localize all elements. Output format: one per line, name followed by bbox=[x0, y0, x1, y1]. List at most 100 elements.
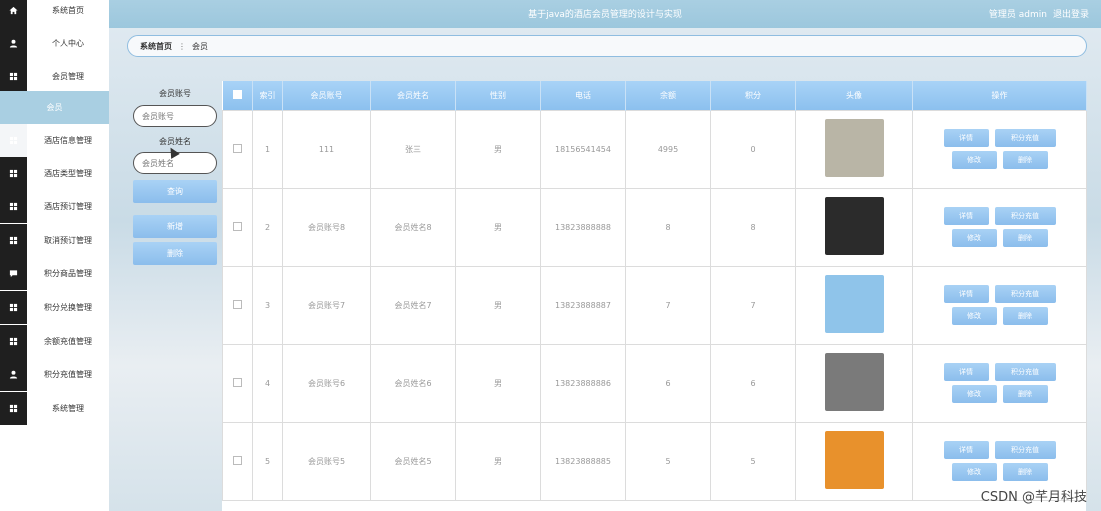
cell-points: 7 bbox=[710, 265, 796, 345]
detail-button[interactable]: 详情 bbox=[943, 363, 989, 381]
cell-gender: 男 bbox=[455, 343, 541, 423]
cell-name: 会员姓名8 bbox=[370, 187, 456, 267]
account-input[interactable] bbox=[133, 105, 217, 127]
row-checkbox[interactable] bbox=[233, 143, 242, 153]
row-select-cell[interactable] bbox=[222, 265, 253, 345]
cell-account: 111 bbox=[282, 109, 371, 189]
edit-button[interactable]: 修改 bbox=[951, 385, 997, 403]
row-select-cell[interactable] bbox=[222, 343, 253, 423]
grid-icon bbox=[0, 124, 27, 157]
cell-index: 5 bbox=[252, 421, 283, 501]
avatar bbox=[824, 119, 884, 177]
sidebar-item[interactable]: 积分充值管理 bbox=[0, 358, 109, 391]
edit-button[interactable]: 修改 bbox=[951, 229, 997, 247]
detail-button[interactable]: 详情 bbox=[943, 129, 989, 147]
row-checkbox[interactable] bbox=[233, 299, 242, 309]
watermark: CSDN @芊月科技 bbox=[980, 490, 1087, 505]
cell-index: 4 bbox=[252, 343, 283, 423]
points-recharge-button[interactable]: 积分充值 bbox=[994, 441, 1056, 459]
sidebar-item[interactable]: 个人中心 bbox=[0, 27, 109, 60]
sidebar-subitem[interactable]: 会员 bbox=[0, 91, 109, 124]
edit-button[interactable]: 修改 bbox=[951, 463, 997, 481]
row-select-cell[interactable] bbox=[222, 421, 253, 501]
edit-button[interactable]: 修改 bbox=[951, 307, 997, 325]
sidebar-item[interactable]: 系统管理 bbox=[0, 392, 109, 425]
row-checkbox[interactable] bbox=[233, 221, 242, 231]
points-recharge-button[interactable]: 积分充值 bbox=[994, 363, 1056, 381]
sidebar-item[interactable]: 系统首页 bbox=[0, 0, 109, 27]
app-title: 基于java的酒店会员管理的设计与实现 bbox=[528, 10, 682, 20]
current-user: 管理员 admin bbox=[988, 10, 1047, 20]
top-bar: 基于java的酒店会员管理的设计与实现 管理员 admin 退出登录 bbox=[109, 0, 1101, 28]
user-area: 管理员 admin 退出登录 bbox=[983, 7, 1089, 20]
avatar bbox=[824, 431, 884, 489]
row-checkbox[interactable] bbox=[233, 377, 242, 387]
sidebar-item-label: 余额充值管理 bbox=[44, 337, 92, 346]
sidebar-item-label: 积分商品管理 bbox=[44, 269, 92, 278]
grid-icon bbox=[0, 190, 27, 223]
cell-account: 会员账号8 bbox=[282, 187, 371, 267]
user-icon bbox=[0, 27, 27, 60]
cell-avatar bbox=[795, 109, 913, 189]
detail-button[interactable]: 详情 bbox=[943, 207, 989, 225]
breadcrumb-separator: ⋮ bbox=[178, 41, 186, 51]
logout-link[interactable]: 退出登录 bbox=[1053, 10, 1089, 20]
col-header: 积分 bbox=[710, 81, 796, 110]
breadcrumb-current: 会员 bbox=[192, 41, 208, 51]
row-select-cell[interactable] bbox=[222, 187, 253, 267]
delete-button[interactable]: 删除 bbox=[1002, 307, 1048, 325]
cell-balance: 7 bbox=[625, 265, 711, 345]
sidebar-item[interactable]: 酒店类型管理 bbox=[0, 157, 109, 190]
sidebar-item[interactable]: 积分商品管理 bbox=[0, 257, 109, 290]
sidebar-item[interactable]: 取消预订管理 bbox=[0, 224, 109, 257]
detail-button[interactable]: 详情 bbox=[943, 441, 989, 459]
row-select-cell[interactable] bbox=[222, 109, 253, 189]
col-header: 索引 bbox=[252, 81, 283, 110]
sidebar-item-label: 酒店类型管理 bbox=[44, 169, 92, 178]
cell-balance: 4995 bbox=[625, 109, 711, 189]
main-content: 系统首页 ⋮ 会员 会员账号 会员姓名 查询 新增 删除 索引 会员账号 会员姓… bbox=[109, 28, 1101, 511]
sidebar-item[interactable]: 酒店信息管理 bbox=[0, 124, 109, 157]
avatar bbox=[824, 353, 884, 411]
cell-balance: 5 bbox=[625, 421, 711, 501]
col-header: 电话 bbox=[540, 81, 626, 110]
select-all-checkbox[interactable] bbox=[232, 89, 242, 99]
grid-icon bbox=[0, 392, 27, 425]
points-recharge-button[interactable]: 积分充值 bbox=[994, 285, 1056, 303]
breadcrumb-home[interactable]: 系统首页 bbox=[140, 41, 172, 52]
sidebar-item[interactable]: 积分兑换管理 bbox=[0, 291, 109, 324]
points-recharge-button[interactable]: 积分充值 bbox=[994, 129, 1056, 147]
cell-account: 会员账号7 bbox=[282, 265, 371, 345]
add-button[interactable]: 新增 bbox=[133, 215, 217, 238]
col-header: 性别 bbox=[455, 81, 541, 110]
grid-icon bbox=[0, 157, 27, 190]
sidebar-item[interactable]: 酒店预订管理 bbox=[0, 190, 109, 223]
points-recharge-button[interactable]: 积分充值 bbox=[994, 207, 1056, 225]
cell-points: 5 bbox=[710, 421, 796, 501]
query-button[interactable]: 查询 bbox=[133, 180, 217, 203]
cell-gender: 男 bbox=[455, 187, 541, 267]
col-header: 头像 bbox=[795, 81, 913, 110]
detail-button[interactable]: 详情 bbox=[943, 285, 989, 303]
row-checkbox[interactable] bbox=[233, 455, 242, 465]
sidebar-item[interactable]: 会员管理 bbox=[0, 60, 109, 93]
sidebar-item-label: 酒店预订管理 bbox=[44, 202, 92, 211]
batch-delete-button[interactable]: 删除 bbox=[133, 242, 217, 265]
cell-ops: 详情 积分充值 修改 删除 bbox=[912, 265, 1087, 345]
delete-button[interactable]: 删除 bbox=[1002, 385, 1048, 403]
select-all-header[interactable] bbox=[222, 81, 253, 110]
sidebar-item-label: 积分充值管理 bbox=[44, 370, 92, 379]
cell-phone: 13823888885 bbox=[540, 421, 626, 501]
delete-button[interactable]: 删除 bbox=[1002, 463, 1048, 481]
cell-index: 3 bbox=[252, 265, 283, 345]
grid-icon bbox=[0, 291, 27, 324]
cell-phone: 13823888888 bbox=[540, 187, 626, 267]
delete-button[interactable]: 删除 bbox=[1002, 151, 1048, 169]
sidebar-item[interactable]: 余额充值管理 bbox=[0, 325, 109, 358]
delete-button[interactable]: 删除 bbox=[1002, 229, 1048, 247]
sidebar-item-label: 积分兑换管理 bbox=[44, 303, 92, 312]
edit-button[interactable]: 修改 bbox=[951, 151, 997, 169]
cell-account: 会员账号6 bbox=[282, 343, 371, 423]
cell-balance: 6 bbox=[625, 343, 711, 423]
table-row: 2 会员账号8 会员姓名8 男 13823888888 8 8 详情 积分充值 修改 删除 bbox=[222, 187, 1087, 267]
